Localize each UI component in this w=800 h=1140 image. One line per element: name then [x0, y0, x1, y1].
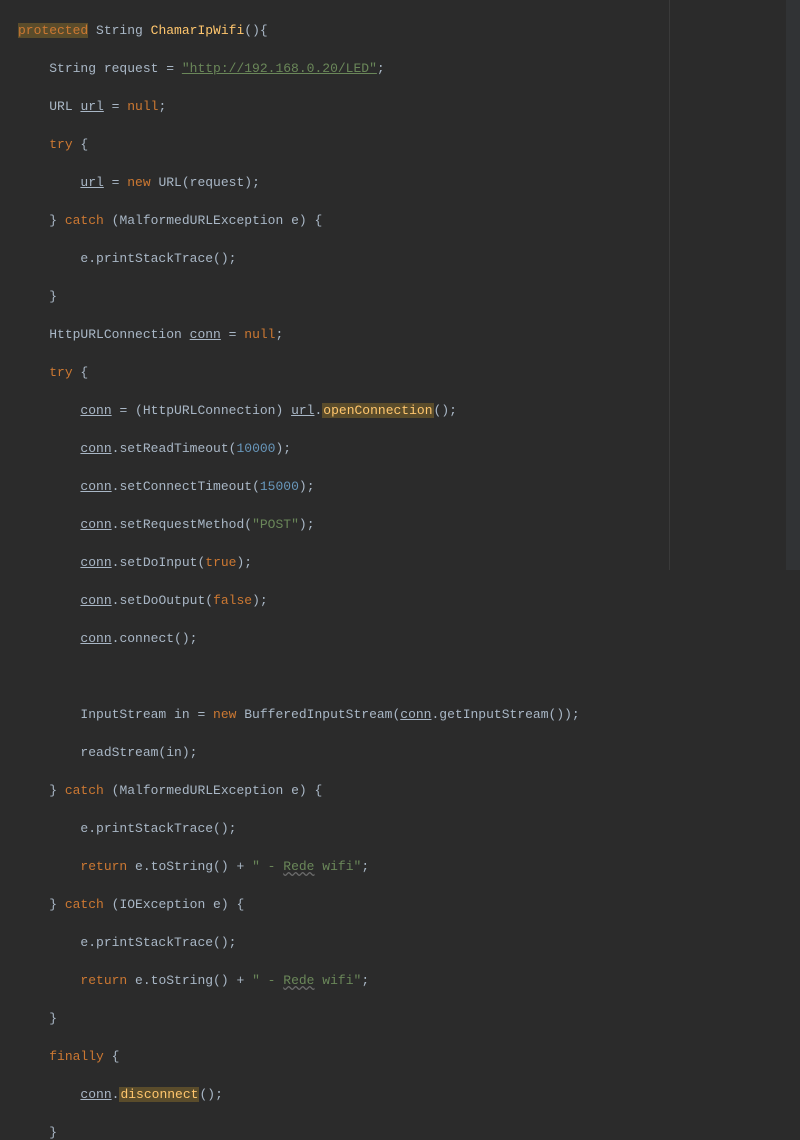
- code-line[interactable]: conn.setDoOutput(false);: [0, 591, 800, 610]
- code-line[interactable]: HttpURLConnection conn = null;: [0, 325, 800, 344]
- code-line[interactable]: }: [0, 287, 800, 306]
- code-line[interactable]: conn.setRequestMethod("POST");: [0, 515, 800, 534]
- vertical-scrollbar[interactable]: [786, 0, 800, 570]
- code-line[interactable]: finally {: [0, 1047, 800, 1066]
- code-line[interactable]: conn.setReadTimeout(10000);: [0, 439, 800, 458]
- code-line[interactable]: conn.setConnectTimeout(15000);: [0, 477, 800, 496]
- code-line[interactable]: }: [0, 1009, 800, 1028]
- string-url: "http://192.168.0.20/LED": [182, 61, 377, 76]
- code-line[interactable]: } catch (MalformedURLException e) {: [0, 211, 800, 230]
- code-line[interactable]: try {: [0, 135, 800, 154]
- code-editor[interactable]: protected String ChamarIpWifi(){ String …: [0, 0, 800, 1140]
- code-line[interactable]: String request = "http://192.168.0.20/LE…: [0, 59, 800, 78]
- code-line[interactable]: e.printStackTrace();: [0, 933, 800, 952]
- code-line[interactable]: URL url = null;: [0, 97, 800, 116]
- code-line[interactable]: e.printStackTrace();: [0, 249, 800, 268]
- code-line[interactable]: url = new URL(request);: [0, 173, 800, 192]
- code-line[interactable]: } catch (IOException e) {: [0, 895, 800, 914]
- code-line[interactable]: conn.setDoInput(true);: [0, 553, 800, 572]
- code-line[interactable]: return e.toString() + " - Rede wifi";: [0, 971, 800, 990]
- method-name: ChamarIpWifi: [151, 23, 245, 38]
- code-line[interactable]: protected String ChamarIpWifi(){: [0, 21, 800, 40]
- method-openconnection: openConnection: [322, 403, 433, 418]
- code-line[interactable]: conn.disconnect();: [0, 1085, 800, 1104]
- keyword-protected: protected: [18, 23, 88, 38]
- keyword-finally: finally: [49, 1049, 104, 1064]
- method-disconnect: disconnect: [119, 1087, 199, 1102]
- editor-margin-line: [669, 0, 670, 570]
- keyword-catch: catch: [65, 213, 104, 228]
- code-line[interactable]: try {: [0, 363, 800, 382]
- code-line[interactable]: [0, 667, 800, 686]
- keyword-try: try: [49, 137, 72, 152]
- code-line[interactable]: return e.toString() + " - Rede wifi";: [0, 857, 800, 876]
- code-line[interactable]: conn.connect();: [0, 629, 800, 648]
- code-line[interactable]: e.printStackTrace();: [0, 819, 800, 838]
- var-conn: conn: [190, 327, 221, 342]
- code-line[interactable]: InputStream in = new BufferedInputStream…: [0, 705, 800, 724]
- code-line[interactable]: conn = (HttpURLConnection) url.openConne…: [0, 401, 800, 420]
- var-url: url: [80, 99, 103, 114]
- code-line[interactable]: } catch (MalformedURLException e) {: [0, 781, 800, 800]
- code-line[interactable]: readStream(in);: [0, 743, 800, 762]
- code-line[interactable]: }: [0, 1123, 800, 1140]
